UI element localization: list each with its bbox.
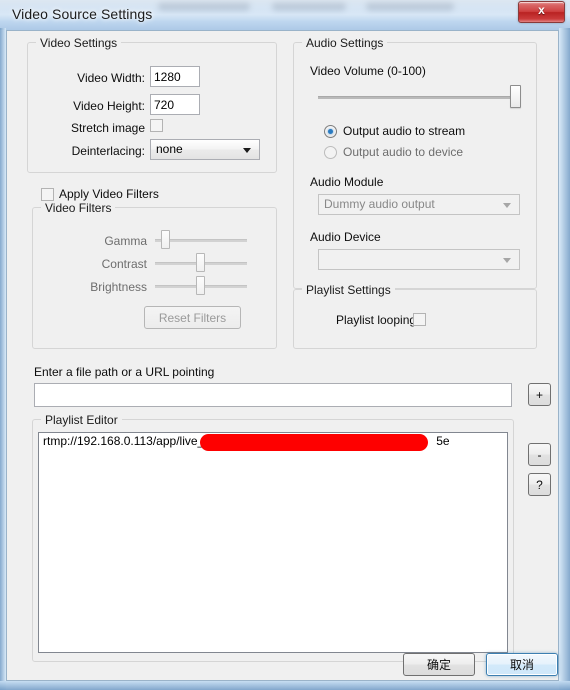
playlist-listbox[interactable]: rtmp://192.168.0.113/app/live_ 5e bbox=[38, 432, 508, 653]
video-height-input[interactable] bbox=[150, 94, 200, 115]
contrast-slider[interactable] bbox=[155, 252, 247, 274]
output-audio-to-stream-radio[interactable] bbox=[324, 125, 337, 138]
playlist-settings-group-title: Playlist Settings bbox=[302, 283, 395, 297]
close-button[interactable]: x bbox=[518, 1, 565, 23]
contrast-label: Contrast bbox=[101, 257, 147, 271]
audio-device-combo[interactable] bbox=[318, 249, 520, 270]
video-volume-slider-thumb[interactable] bbox=[510, 85, 521, 108]
chevron-down-icon bbox=[243, 147, 251, 153]
remove-playlist-item-button[interactable]: - bbox=[528, 443, 551, 466]
gamma-slider-thumb[interactable] bbox=[161, 230, 170, 249]
window-border-right bbox=[559, 28, 570, 690]
redaction-bar bbox=[200, 434, 428, 451]
add-playlist-item-button[interactable]: + bbox=[528, 383, 551, 406]
audio-module-combo[interactable]: Dummy audio output bbox=[318, 194, 520, 215]
playlist-item-prefix: rtmp://192.168.0.113/app/live_ bbox=[43, 434, 205, 448]
playlist-item-suffix: 5e bbox=[436, 434, 450, 448]
dialog-client-area: Video Settings Video Width: Video Height… bbox=[6, 30, 559, 681]
audio-module-label: Audio Module bbox=[310, 175, 384, 189]
chevron-down-icon bbox=[503, 202, 511, 208]
video-volume-label: Video Volume (0-100) bbox=[310, 64, 426, 78]
video-source-settings-window: Video Source Settings x Video Settings V… bbox=[0, 0, 570, 690]
video-width-label: Video Width: bbox=[77, 71, 145, 85]
deinterlacing-label: Deinterlacing: bbox=[71, 144, 145, 158]
playlist-looping-checkbox[interactable] bbox=[413, 313, 426, 326]
cancel-button[interactable]: 取消 bbox=[486, 653, 558, 676]
deinterlacing-combo[interactable]: none bbox=[150, 139, 260, 160]
playlist-editor-group-title: Playlist Editor bbox=[41, 413, 122, 427]
stretch-image-label: Stretch image bbox=[70, 121, 145, 135]
video-filters-group-title: Video Filters bbox=[41, 201, 116, 215]
output-audio-to-device-radio[interactable] bbox=[324, 146, 337, 159]
video-volume-slider[interactable] bbox=[318, 85, 521, 109]
ok-button[interactable]: 确定 bbox=[403, 653, 475, 676]
brightness-slider[interactable] bbox=[155, 275, 247, 297]
audio-module-value: Dummy audio output bbox=[324, 197, 435, 211]
apply-video-filters-label: Apply Video Filters bbox=[59, 187, 159, 201]
output-audio-to-stream-label: Output audio to stream bbox=[343, 124, 466, 138]
video-width-input[interactable] bbox=[150, 66, 200, 87]
deinterlacing-value: none bbox=[156, 142, 183, 156]
audio-settings-group-title: Audio Settings bbox=[302, 36, 388, 50]
stretch-image-checkbox[interactable] bbox=[150, 119, 163, 132]
audio-device-label: Audio Device bbox=[310, 230, 381, 244]
gamma-slider[interactable] bbox=[155, 229, 247, 251]
gamma-label: Gamma bbox=[104, 234, 147, 248]
close-icon: x bbox=[538, 3, 545, 17]
window-title: Video Source Settings bbox=[12, 6, 153, 22]
file-path-label: Enter a file path or a URL pointing bbox=[34, 365, 215, 379]
video-settings-group-title: Video Settings bbox=[36, 36, 122, 50]
brightness-slider-thumb[interactable] bbox=[196, 276, 205, 295]
reset-filters-button[interactable]: Reset Filters bbox=[144, 306, 241, 329]
window-border-bottom bbox=[0, 681, 570, 690]
video-height-label: Video Height: bbox=[73, 99, 145, 113]
brightness-label: Brightness bbox=[90, 280, 147, 294]
contrast-slider-thumb[interactable] bbox=[196, 253, 205, 272]
help-button[interactable]: ? bbox=[528, 473, 551, 496]
chevron-down-icon bbox=[503, 257, 511, 263]
playlist-looping-label: Playlist looping bbox=[336, 313, 417, 327]
list-item[interactable]: rtmp://192.168.0.113/app/live_ 5e bbox=[39, 433, 507, 451]
video-volume-slider-track bbox=[318, 96, 520, 99]
output-audio-to-device-label: Output audio to device bbox=[343, 145, 464, 159]
file-path-input[interactable] bbox=[34, 383, 512, 407]
apply-video-filters-checkbox[interactable] bbox=[41, 188, 54, 201]
